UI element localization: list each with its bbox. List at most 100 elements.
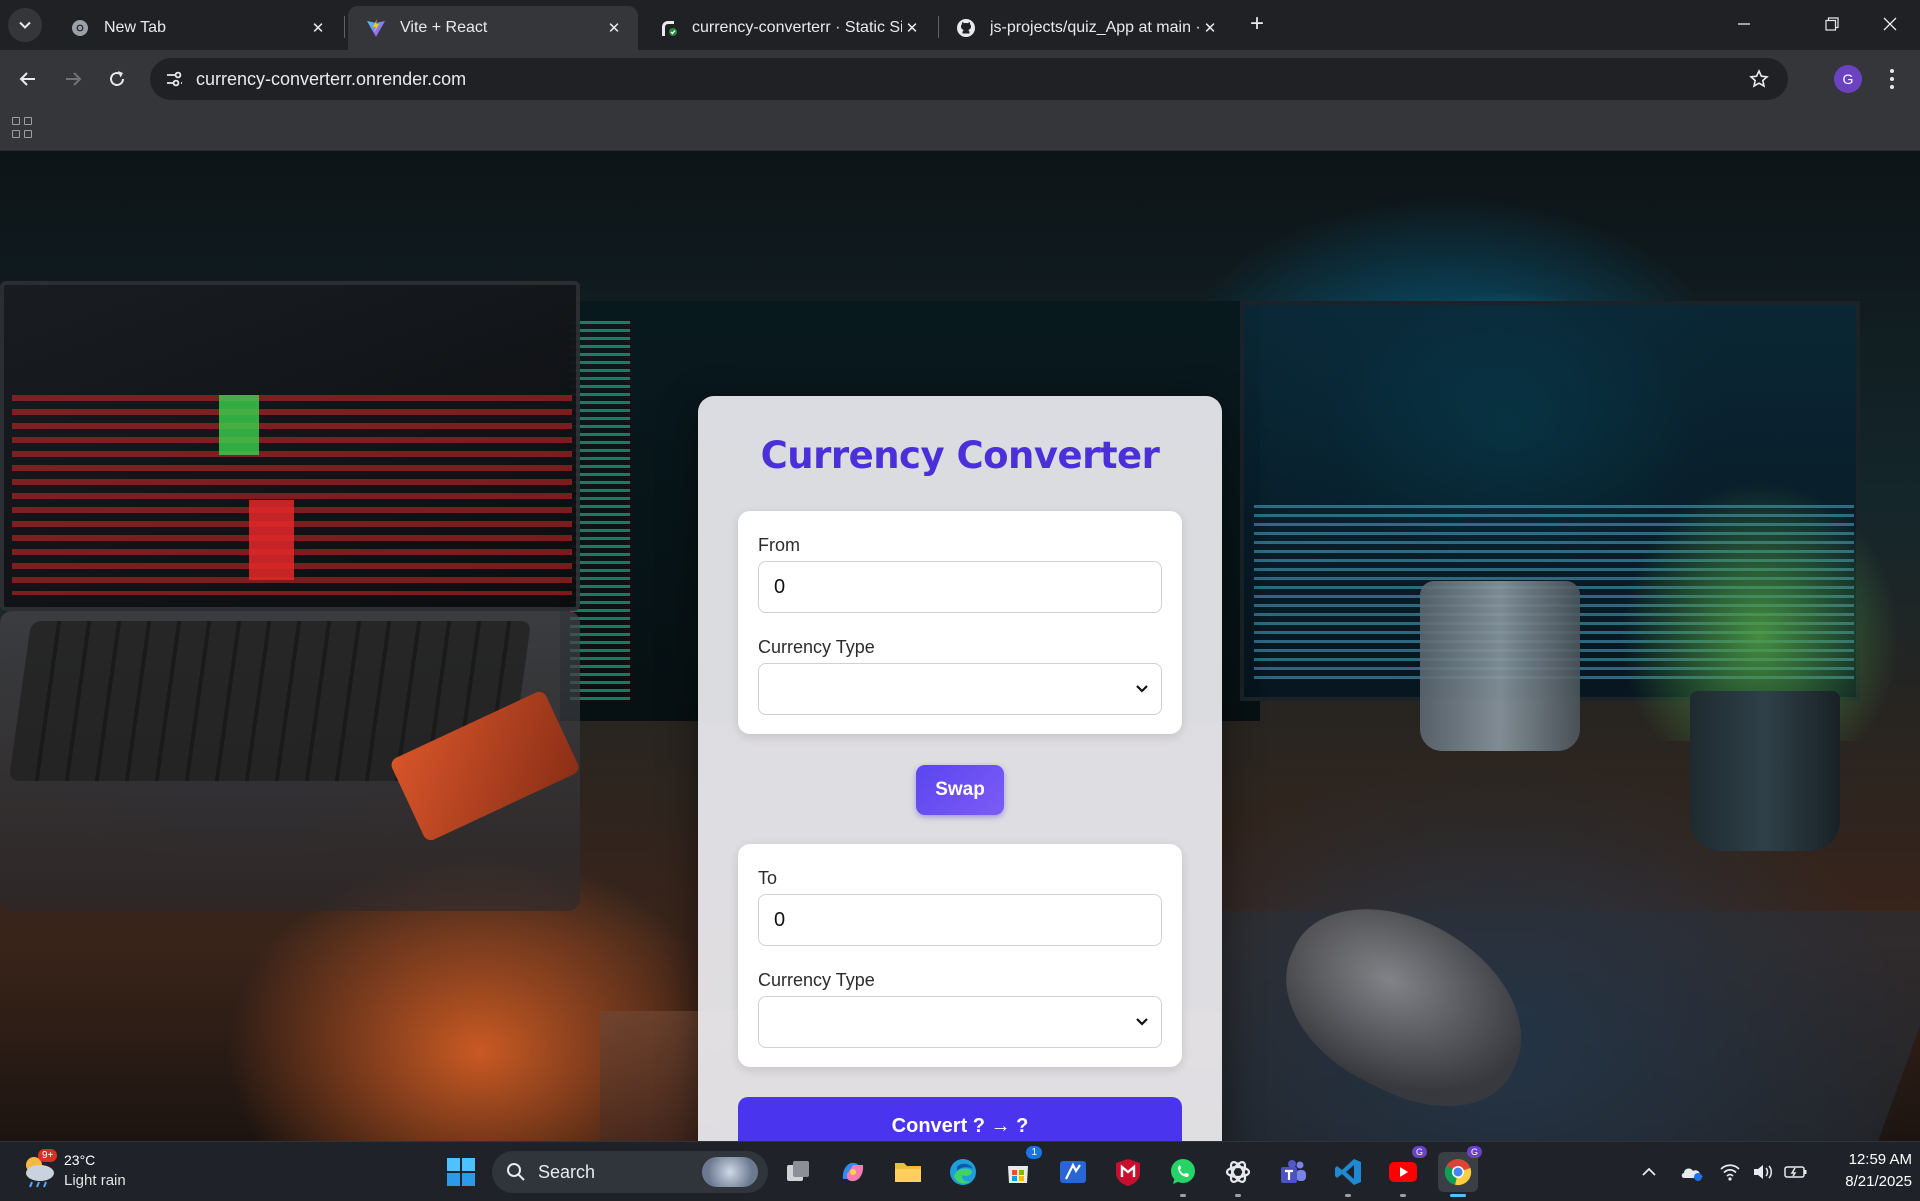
url-text: currency-converterr.onrender.com <box>196 69 467 89</box>
menu-kebab-icon[interactable] <box>1880 64 1904 94</box>
site-info-icon[interactable] <box>160 65 188 93</box>
tab-render-site[interactable]: currency-converterr · Static Site ✕ <box>640 6 936 50</box>
store-badge: 1 <box>1026 1146 1042 1159</box>
swap-button[interactable]: Swap <box>916 765 1004 815</box>
back-button[interactable] <box>10 61 46 97</box>
vite-icon <box>366 18 386 38</box>
background-pot <box>1690 691 1840 851</box>
search-highlight-image <box>702 1157 758 1187</box>
reload-icon <box>110 71 124 86</box>
to-currency-select[interactable] <box>758 996 1162 1048</box>
weather-widget[interactable]: 9+ 23°C Light rain <box>18 1149 178 1195</box>
close-tab-icon[interactable]: ✕ <box>902 18 922 38</box>
taskbar: 9+ 23°C Light rain Search 1 G G 12:59 AM… <box>0 1141 1920 1200</box>
onedrive-icon[interactable] <box>1680 1162 1704 1182</box>
bookmarks-bar <box>0 108 1920 151</box>
tab-divider <box>344 16 345 38</box>
chevron-up-icon[interactable] <box>1640 1163 1658 1181</box>
from-label: From <box>758 535 800 555</box>
search-icon <box>507 1163 525 1181</box>
shield-icon <box>1116 1159 1140 1186</box>
profile-avatar[interactable]: G <box>1834 65 1862 93</box>
taskbar-app-blue[interactable] <box>1053 1152 1093 1192</box>
file-explorer-button[interactable] <box>888 1152 928 1192</box>
store-button[interactable]: 1 <box>998 1146 1042 1192</box>
battery-icon[interactable] <box>1784 1164 1808 1180</box>
store-icon <box>1008 1166 1028 1183</box>
back-arrow-icon <box>19 72 35 86</box>
chrome-icon <box>1444 1159 1472 1186</box>
weather-temp: 23°C <box>64 1152 96 1168</box>
convert-button[interactable]: Convert ? → ? <box>738 1097 1182 1141</box>
chatgpt-icon <box>1225 1161 1251 1183</box>
from-currency-select[interactable] <box>758 663 1162 715</box>
from-amount-input[interactable]: 0 <box>758 561 1162 613</box>
tab-title: New Tab <box>104 19 166 36</box>
close-icon <box>1883 17 1897 31</box>
close-tab-icon[interactable]: ✕ <box>1200 18 1220 38</box>
new-tab-button[interactable]: + <box>1244 12 1270 38</box>
to-label: To <box>758 868 778 888</box>
tab-title: Vite + React <box>400 19 488 36</box>
bookmark-star-icon[interactable] <box>1746 66 1772 92</box>
tab-github[interactable]: js-projects/quiz_App at main · g ✕ <box>938 6 1234 50</box>
start-button[interactable] <box>441 1152 481 1192</box>
to-amount-input[interactable]: 0 <box>758 894 1162 946</box>
to-panel: To 0 Currency Type <box>738 844 1182 1067</box>
to-currency-label: Currency Type <box>758 970 875 990</box>
app-icon <box>1060 1161 1086 1183</box>
youtube-app-button[interactable]: G <box>1383 1146 1427 1197</box>
taskbar-search[interactable]: Search <box>492 1151 768 1193</box>
chatgpt-button[interactable] <box>1218 1152 1258 1197</box>
forward-button[interactable] <box>55 61 91 97</box>
search-label: Search <box>538 1162 596 1182</box>
clock-date: 8/21/2025 <box>1845 1173 1912 1190</box>
weather-alert-badge: 9+ <box>38 1149 58 1162</box>
folder-icon <box>895 1163 921 1182</box>
system-clock[interactable]: 12:59 AM 8/21/2025 <box>1820 1149 1912 1193</box>
github-icon <box>956 18 976 38</box>
edge-icon <box>950 1159 976 1185</box>
chrome-button[interactable]: G <box>1438 1146 1482 1197</box>
profile-badge: G <box>1411 1146 1427 1158</box>
vscode-button[interactable] <box>1328 1152 1368 1197</box>
vscode-icon <box>1335 1159 1361 1185</box>
edge-button[interactable] <box>943 1152 983 1192</box>
apps-grid-icon[interactable] <box>12 117 34 139</box>
tab-vite-react[interactable]: Vite + React ✕ <box>348 6 638 50</box>
tab-strip: New Tab ✕ Vite + React ✕ currency-conver… <box>0 0 1920 50</box>
task-view-button[interactable] <box>778 1152 818 1192</box>
from-panel: From 0 Currency Type <box>738 511 1182 734</box>
address-bar[interactable]: currency-converterr.onrender.com <box>150 58 1788 100</box>
chevron-down-icon <box>1133 1013 1151 1031</box>
mcafee-button[interactable] <box>1108 1152 1148 1192</box>
close-tab-icon[interactable]: ✕ <box>308 18 328 38</box>
clock-time: 12:59 AM <box>1848 1151 1912 1168</box>
wifi-icon[interactable] <box>1720 1163 1740 1181</box>
windows-icon <box>447 1158 475 1186</box>
copilot-button[interactable] <box>833 1152 873 1192</box>
whatsapp-button[interactable] <box>1163 1152 1203 1197</box>
reload-button[interactable] <box>99 61 135 97</box>
system-tray <box>1640 1142 1808 1201</box>
page-title: Currency Converter <box>760 434 1160 477</box>
forward-arrow-icon <box>66 72 82 86</box>
background-laptop-screen <box>0 281 580 611</box>
close-tab-icon[interactable]: ✕ <box>604 18 624 38</box>
volume-icon[interactable] <box>1752 1163 1774 1181</box>
chrome-icon <box>70 18 90 38</box>
task-view-icon <box>787 1161 809 1181</box>
minimize-button[interactable] <box>1722 8 1766 40</box>
profile-badge: G <box>1466 1146 1482 1158</box>
tab-search-button[interactable] <box>8 8 42 42</box>
from-currency-label: Currency Type <box>758 637 875 657</box>
tab-new-tab[interactable]: New Tab ✕ <box>52 6 342 50</box>
tab-title: js-projects/quiz_App at main · g <box>990 19 1200 36</box>
render-icon <box>658 18 678 38</box>
restore-button[interactable] <box>1810 8 1854 40</box>
restore-icon <box>1825 17 1839 31</box>
chevron-down-icon <box>19 21 31 29</box>
minimize-icon <box>1738 23 1750 25</box>
close-window-button[interactable] <box>1868 8 1912 40</box>
teams-button[interactable] <box>1273 1152 1313 1192</box>
